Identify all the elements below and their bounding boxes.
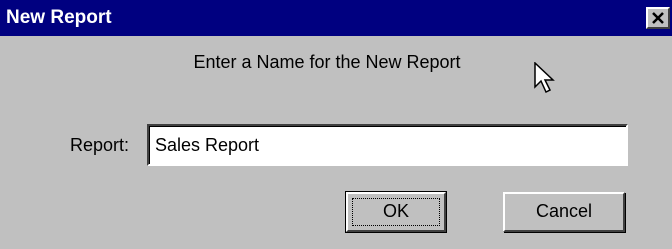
window-title: New Report	[6, 7, 112, 28]
close-button[interactable]	[646, 7, 670, 29]
report-label: Report:	[70, 135, 130, 155]
ok-button-label: OK	[382, 201, 409, 221]
cancel-button[interactable]: Cancel	[503, 192, 625, 232]
report-name-input[interactable]	[155, 126, 615, 164]
cancel-button-label: Cancel	[535, 201, 593, 221]
title-bar: New Report	[0, 0, 672, 36]
ok-button[interactable]: OK	[345, 191, 447, 233]
report-name-field[interactable]	[147, 124, 628, 166]
prompt-text: Enter a Name for the New Report	[193, 52, 461, 72]
arrow-cursor-icon	[534, 62, 555, 94]
close-icon	[652, 12, 664, 24]
